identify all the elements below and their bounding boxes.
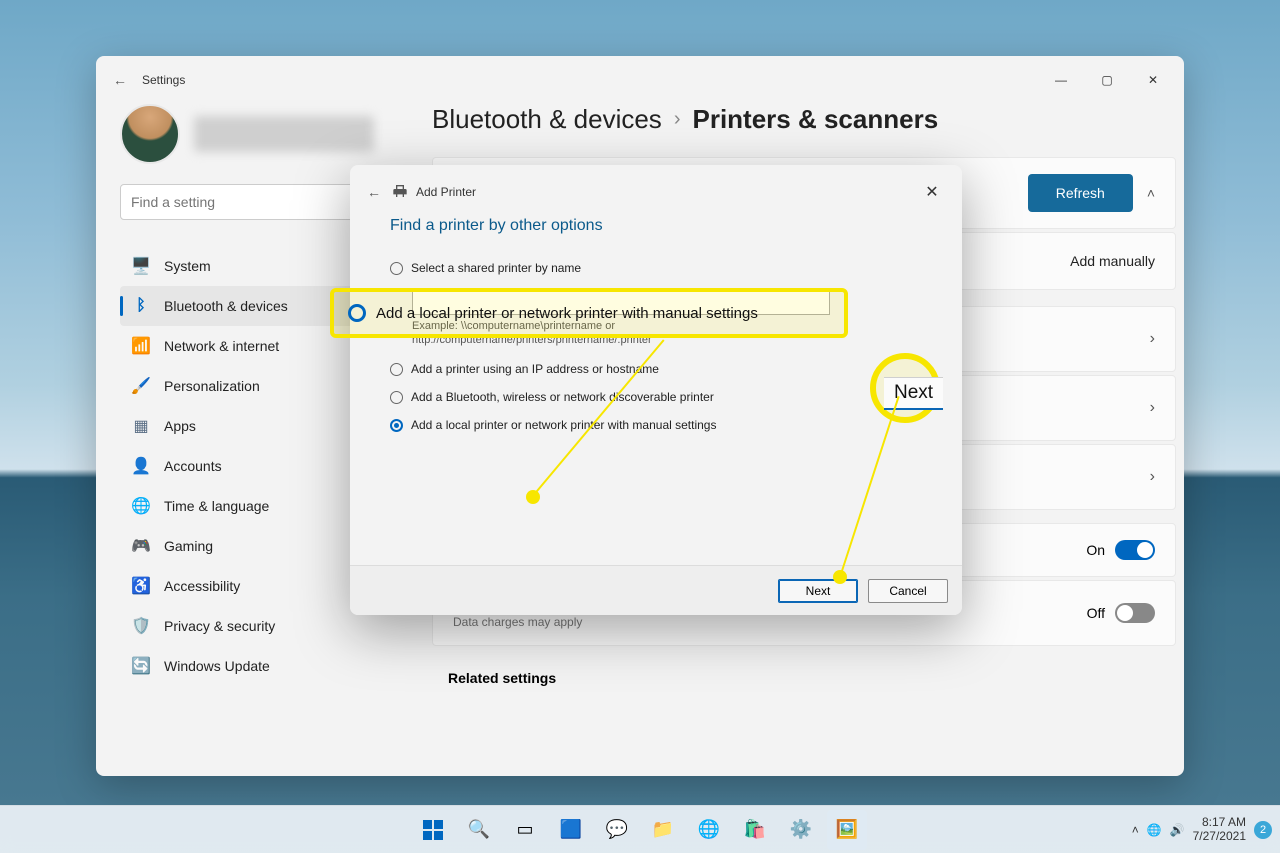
dialog-heading: Find a printer by other options xyxy=(390,217,922,235)
tray-chevron-up-icon[interactable]: ˄ xyxy=(1132,823,1139,837)
volume-icon[interactable]: 🔊 xyxy=(1170,823,1185,837)
chat-icon[interactable]: 💬 xyxy=(597,810,637,850)
shared-printer-name-input[interactable] xyxy=(412,289,830,315)
dialog-footer: Next Cancel xyxy=(350,565,962,615)
radio-icon xyxy=(390,262,403,275)
radio-label: Add a Bluetooth, wireless or network dis… xyxy=(411,390,714,404)
annotation-zoom-next: Next xyxy=(884,377,943,410)
edge-icon[interactable]: 🌐 xyxy=(689,810,729,850)
dialog-back-icon[interactable]: ← xyxy=(362,184,386,200)
task-view-icon[interactable]: ▭ xyxy=(505,810,545,850)
clock-time: 8:17 AM xyxy=(1193,816,1246,829)
dialog-titlebar: ← Add Printer ✕ xyxy=(350,165,962,209)
store-icon[interactable]: 🛍️ xyxy=(735,810,775,850)
dialog-body: Find a printer by other options Select a… xyxy=(350,209,962,565)
search-icon[interactable]: 🔍 xyxy=(459,810,499,850)
radio-icon xyxy=(390,391,403,404)
example-text: Example: \\computername\printername or h… xyxy=(412,319,922,348)
shared-printer-block: Example: \\computername\printername or h… xyxy=(412,289,922,348)
example-line: http://computername/printers/printername… xyxy=(412,334,652,346)
radio-bluetooth-wireless[interactable]: Add a Bluetooth, wireless or network dis… xyxy=(390,390,922,404)
clock[interactable]: 8:17 AM 7/27/2021 xyxy=(1193,816,1246,842)
photos-icon[interactable]: 🖼️ xyxy=(827,810,867,850)
radio-icon xyxy=(390,419,403,432)
start-button[interactable] xyxy=(413,810,453,850)
network-icon[interactable]: 🌐 xyxy=(1147,823,1162,837)
notifications-badge[interactable]: 2 xyxy=(1254,821,1272,839)
example-line: Example: \\computername\printername or xyxy=(412,320,615,332)
radio-shared-printer[interactable]: Select a shared printer by name xyxy=(390,261,922,275)
radio-label: Select a shared printer by name xyxy=(411,261,581,275)
radio-local-manual[interactable]: Add a local printer or network printer w… xyxy=(390,418,922,432)
taskbar: 🔍 ▭ 🟦 💬 📁 🌐 🛍️ ⚙️ 🖼️ ˄ 🌐 🔊 8:17 AM 7/27/… xyxy=(0,805,1280,853)
dialog-title: Add Printer xyxy=(416,185,476,199)
add-printer-dialog: ← Add Printer ✕ Find a printer by other … xyxy=(350,165,962,615)
settings-icon[interactable]: ⚙️ xyxy=(781,810,821,850)
dialog-close-button[interactable]: ✕ xyxy=(914,174,950,210)
radio-label: Add a printer using an IP address or hos… xyxy=(411,362,659,376)
radio-icon xyxy=(390,363,403,376)
cancel-button[interactable]: Cancel xyxy=(868,579,948,603)
system-tray: ˄ 🌐 🔊 8:17 AM 7/27/2021 2 xyxy=(1132,816,1272,842)
clock-date: 7/27/2021 xyxy=(1193,830,1246,843)
widgets-icon[interactable]: 🟦 xyxy=(551,810,591,850)
file-explorer-icon[interactable]: 📁 xyxy=(643,810,683,850)
radio-label: Add a local printer or network printer w… xyxy=(411,418,716,432)
taskbar-center: 🔍 ▭ 🟦 💬 📁 🌐 🛍️ ⚙️ 🖼️ xyxy=(413,810,867,850)
next-button[interactable]: Next xyxy=(778,579,858,603)
radio-ip-address[interactable]: Add a printer using an IP address or hos… xyxy=(390,362,922,376)
printer-icon xyxy=(392,183,410,201)
